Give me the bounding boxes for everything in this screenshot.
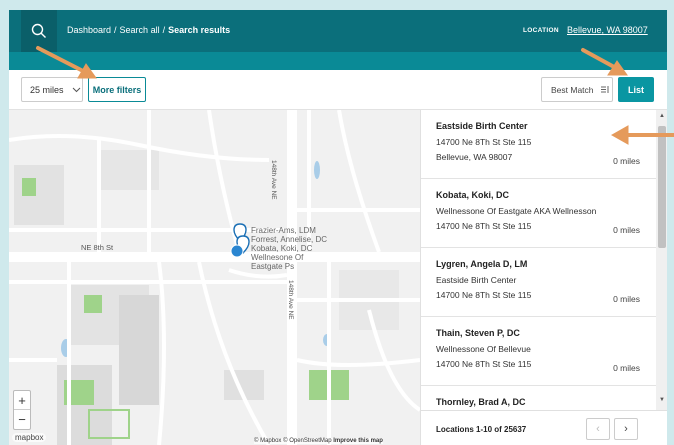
annotation-arrows xyxy=(36,46,674,145)
